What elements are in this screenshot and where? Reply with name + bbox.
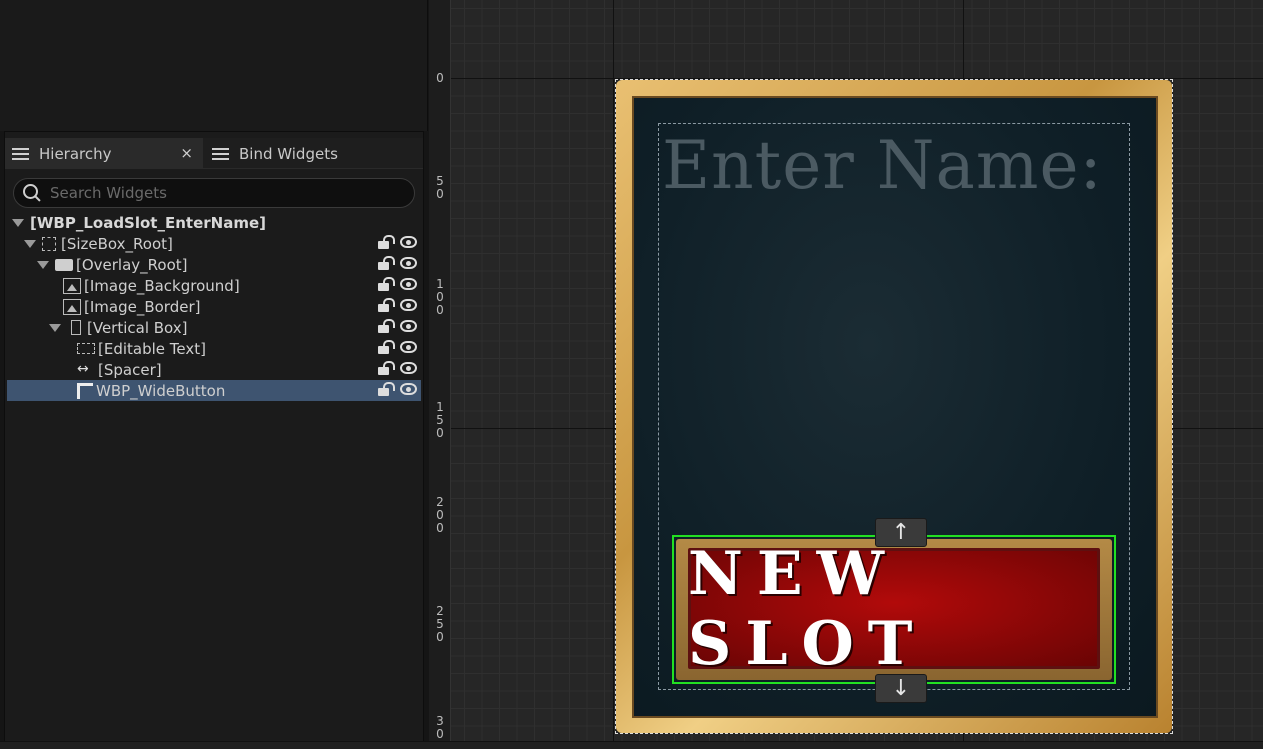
list-icon <box>212 147 229 161</box>
image-icon <box>63 277 81 294</box>
image-icon <box>63 298 81 315</box>
move-down-button[interactable]: ↓ <box>875 674 927 703</box>
wide-button-label: NEW SLOT <box>688 538 927 679</box>
expand-arrow-icon[interactable] <box>37 260 49 269</box>
tab-bind-widgets[interactable]: Bind Widgets <box>205 138 415 169</box>
tab-hierarchy[interactable]: Hierarchy × <box>5 138 203 169</box>
ruler-tick: 1 5 0 <box>436 400 444 440</box>
ruler-tick: 2 0 0 <box>436 495 444 535</box>
tree-row-wide-button[interactable]: WBP_WideButton <box>7 380 421 401</box>
lock-icon[interactable] <box>378 382 395 396</box>
move-up-button[interactable]: ↑ <box>875 518 927 547</box>
tree-row-label: [Image_Border] <box>84 297 201 316</box>
panel-tab-bar: Hierarchy × Bind Widgets <box>5 138 423 169</box>
lock-icon[interactable] <box>378 256 395 270</box>
eye-icon[interactable] <box>400 362 417 374</box>
tree-row-sizebox-root[interactable]: [SizeBox_Root] <box>7 233 421 254</box>
tree-row-label: [Image_Background] <box>84 276 240 295</box>
guide-line <box>613 0 614 741</box>
ruler-tick: 2 5 0 <box>436 604 444 644</box>
tree-row-spacer[interactable]: [Spacer] <box>7 359 421 380</box>
tree-row-vertical-box[interactable]: [Vertical Box] <box>7 317 421 338</box>
close-icon[interactable]: × <box>180 144 193 162</box>
tree-row-root[interactable]: [WBP_LoadSlot_EnterName] <box>7 212 421 233</box>
user-widget-icon <box>77 382 93 399</box>
tree-row-label: [SizeBox_Root] <box>61 234 173 253</box>
tree-row-editable-text[interactable]: [Editable Text] <box>7 338 421 359</box>
tree-row-label: [Spacer] <box>98 360 162 379</box>
lock-icon[interactable] <box>378 361 395 375</box>
overlay-icon <box>55 258 73 271</box>
sizebox-icon <box>42 236 56 251</box>
list-icon <box>12 147 29 161</box>
expand-arrow-icon[interactable] <box>49 323 61 332</box>
search-box[interactable] <box>13 178 415 208</box>
ruler-tick: 0 <box>436 71 444 85</box>
ruler-tick: 5 0 <box>436 174 444 201</box>
tab-bind-widgets-label: Bind Widgets <box>239 144 338 163</box>
details-panel-area <box>0 0 428 131</box>
editable-text-icon <box>77 343 95 354</box>
ruler-tick: 1 0 0 <box>436 277 444 317</box>
tree-row-overlay-root[interactable]: [Overlay_Root] <box>7 254 421 275</box>
lock-icon[interactable] <box>378 319 395 333</box>
bottom-status-strip <box>0 741 1263 749</box>
eye-icon[interactable] <box>400 341 417 353</box>
vertical-ruler: 0 5 0 1 0 0 1 5 0 2 0 0 2 5 0 3 0 <box>429 0 451 741</box>
ruler-tick: 3 0 <box>436 714 444 741</box>
tree-row-label: [WBP_LoadSlot_EnterName] <box>30 213 266 232</box>
search-icon <box>22 183 42 203</box>
eye-icon[interactable] <box>400 383 417 395</box>
hierarchy-panel: Hierarchy × Bind Widgets [WBP_LoadSlot_E… <box>4 131 424 743</box>
lock-icon[interactable] <box>378 340 395 354</box>
lock-icon[interactable] <box>378 298 395 312</box>
tree-row-image-border[interactable]: [Image_Border] <box>7 296 421 317</box>
eye-icon[interactable] <box>400 278 417 290</box>
expand-arrow-icon[interactable] <box>12 218 24 227</box>
eye-icon[interactable] <box>400 320 417 332</box>
tree-row-label: [Vertical Box] <box>87 318 188 337</box>
lock-icon[interactable] <box>378 277 395 291</box>
eye-icon[interactable] <box>400 236 417 248</box>
tab-hierarchy-label: Hierarchy <box>39 144 112 163</box>
eye-icon[interactable] <box>400 257 417 269</box>
vertical-box-icon <box>71 320 81 335</box>
tree-row-label: WBP_WideButton <box>96 381 226 400</box>
spacer-icon <box>77 361 95 377</box>
lock-icon[interactable] <box>378 235 395 249</box>
expand-arrow-icon[interactable] <box>24 239 36 248</box>
search-input[interactable] <box>50 184 390 202</box>
tree-row-label: [Overlay_Root] <box>76 255 188 274</box>
eye-icon[interactable] <box>400 299 417 311</box>
tree-row-label: [Editable Text] <box>98 339 206 358</box>
tree-row-image-background[interactable]: [Image_Background] <box>7 275 421 296</box>
editable-text[interactable]: Enter Name: <box>662 127 1103 204</box>
